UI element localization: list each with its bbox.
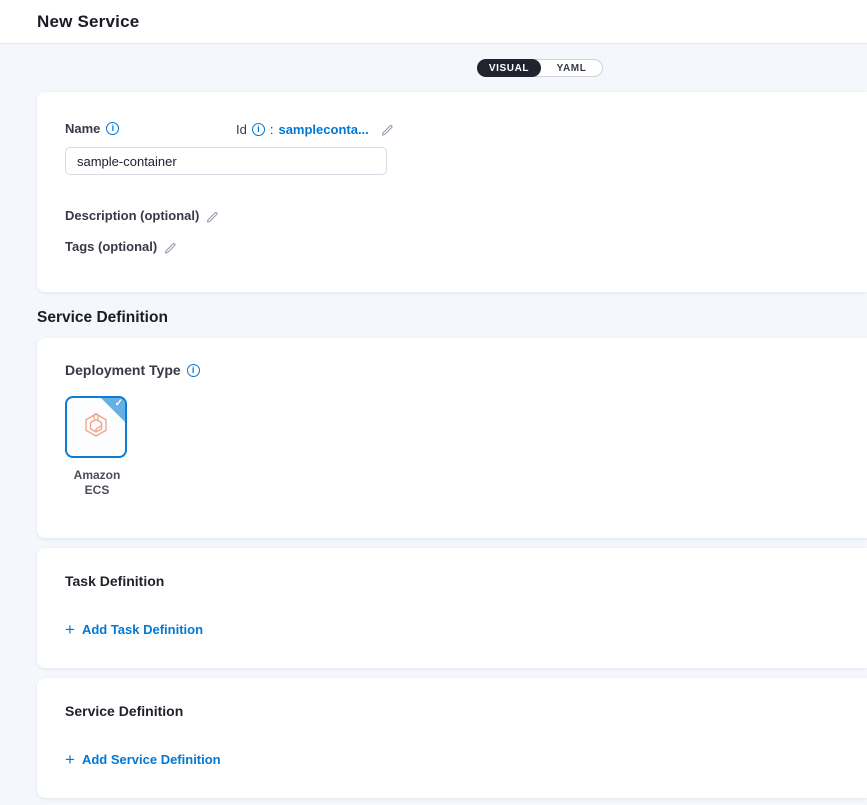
deployment-type-card: Deployment Type i ✓ Amazon ECS (37, 338, 867, 538)
plus-icon: + (65, 753, 75, 766)
add-service-definition-button[interactable]: + Add Service Definition (65, 752, 221, 767)
add-service-definition-label: Add Service Definition (82, 752, 221, 767)
page-title: New Service (37, 12, 139, 32)
service-definition-section-heading-wrap: Service Definition (0, 292, 867, 338)
toggle-band: VISUAL YAML (0, 44, 867, 92)
service-definition-section-title: Service Definition (37, 309, 867, 327)
description-label: Description (optional) (65, 208, 199, 223)
toggle-visual[interactable]: VISUAL (477, 59, 541, 77)
deployment-type-label-wrap: Deployment Type i (65, 362, 200, 378)
name-label: Name (65, 121, 100, 136)
edit-tags-icon[interactable] (163, 240, 177, 254)
id-value[interactable]: sampleconta... (278, 122, 368, 137)
tags-row: Tags (optional) (65, 239, 867, 254)
service-about-card: Name i Id i : sampleconta... Description… (37, 92, 867, 292)
name-block: Name i (65, 120, 236, 138)
deployment-type-label: Deployment Type (65, 362, 181, 378)
check-icon: ✓ (115, 398, 123, 409)
section-gap (0, 538, 867, 548)
description-row: Description (optional) (65, 208, 867, 223)
task-definition-title: Task Definition (65, 573, 867, 589)
service-definition-title: Service Definition (65, 703, 867, 719)
section-gap (0, 668, 867, 678)
add-task-definition-label: Add Task Definition (82, 622, 203, 637)
name-label-wrap: Name i (65, 121, 119, 136)
plus-icon: + (65, 623, 75, 636)
service-definition-card: Service Definition + Add Service Definit… (37, 678, 867, 798)
id-label: Id (236, 122, 247, 137)
toggle-yaml[interactable]: YAML (541, 60, 602, 76)
add-task-definition-button[interactable]: + Add Task Definition (65, 622, 203, 637)
edit-id-icon[interactable] (380, 122, 394, 136)
page-header: New Service (0, 0, 867, 44)
name-info-icon[interactable]: i (106, 122, 119, 135)
edit-description-icon[interactable] (205, 209, 219, 223)
deployment-type-amazon-ecs-tile[interactable]: ✓ (65, 396, 127, 458)
service-name-input[interactable] (65, 147, 387, 175)
id-info-icon[interactable]: i (252, 123, 265, 136)
visual-yaml-toggle: VISUAL YAML (477, 59, 603, 77)
deployment-type-caption: Amazon ECS (65, 468, 129, 498)
id-separator: : (270, 122, 274, 137)
id-block: Id i : sampleconta... (236, 122, 394, 137)
name-id-row: Name i Id i : sampleconta... (65, 120, 867, 138)
tags-label: Tags (optional) (65, 239, 157, 254)
deployment-type-info-icon[interactable]: i (187, 364, 200, 377)
task-definition-card: Task Definition + Add Task Definition (37, 548, 867, 668)
